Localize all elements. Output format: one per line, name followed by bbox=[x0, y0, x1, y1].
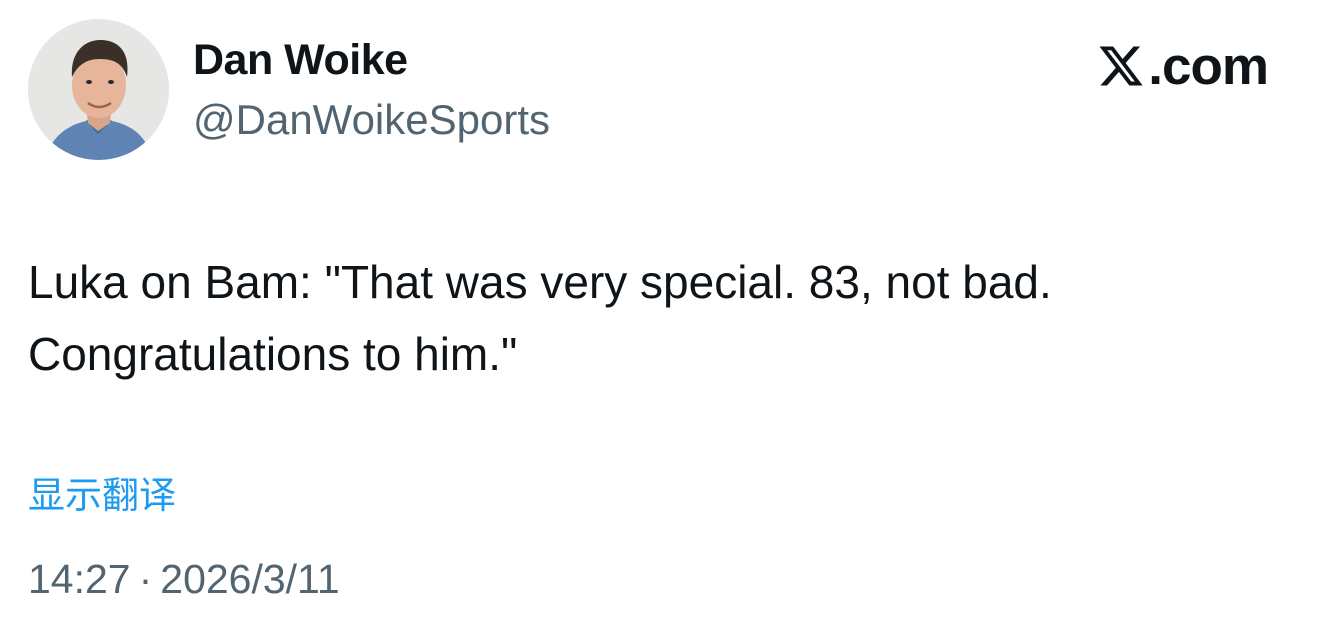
show-translation-link[interactable]: 显示翻译 bbox=[28, 465, 176, 519]
timestamp-separator: · bbox=[138, 556, 153, 602]
tweet-date: 2026/3/11 bbox=[160, 556, 340, 602]
tweet-text-line: Congratulations to him." bbox=[28, 328, 518, 380]
tweet-text-line: Luka on Bam: "That was very special. 83,… bbox=[28, 256, 1052, 308]
author-display-name[interactable]: Dan Woike bbox=[193, 36, 408, 85]
tweet-time: 14:27 bbox=[28, 556, 131, 602]
avatar-photo bbox=[28, 19, 169, 160]
tweet-text: Luka on Bam: "That was very special. 83,… bbox=[28, 246, 1288, 390]
tweet-timestamp[interactable]: 14:27 · 2026/3/11 bbox=[28, 556, 340, 603]
author-handle[interactable]: @DanWoikeSports bbox=[193, 96, 550, 144]
avatar[interactable] bbox=[28, 19, 169, 160]
x-logo-icon bbox=[1099, 46, 1143, 86]
brand-domain: .com bbox=[1148, 36, 1269, 96]
brand-watermark: .com bbox=[1096, 36, 1269, 96]
